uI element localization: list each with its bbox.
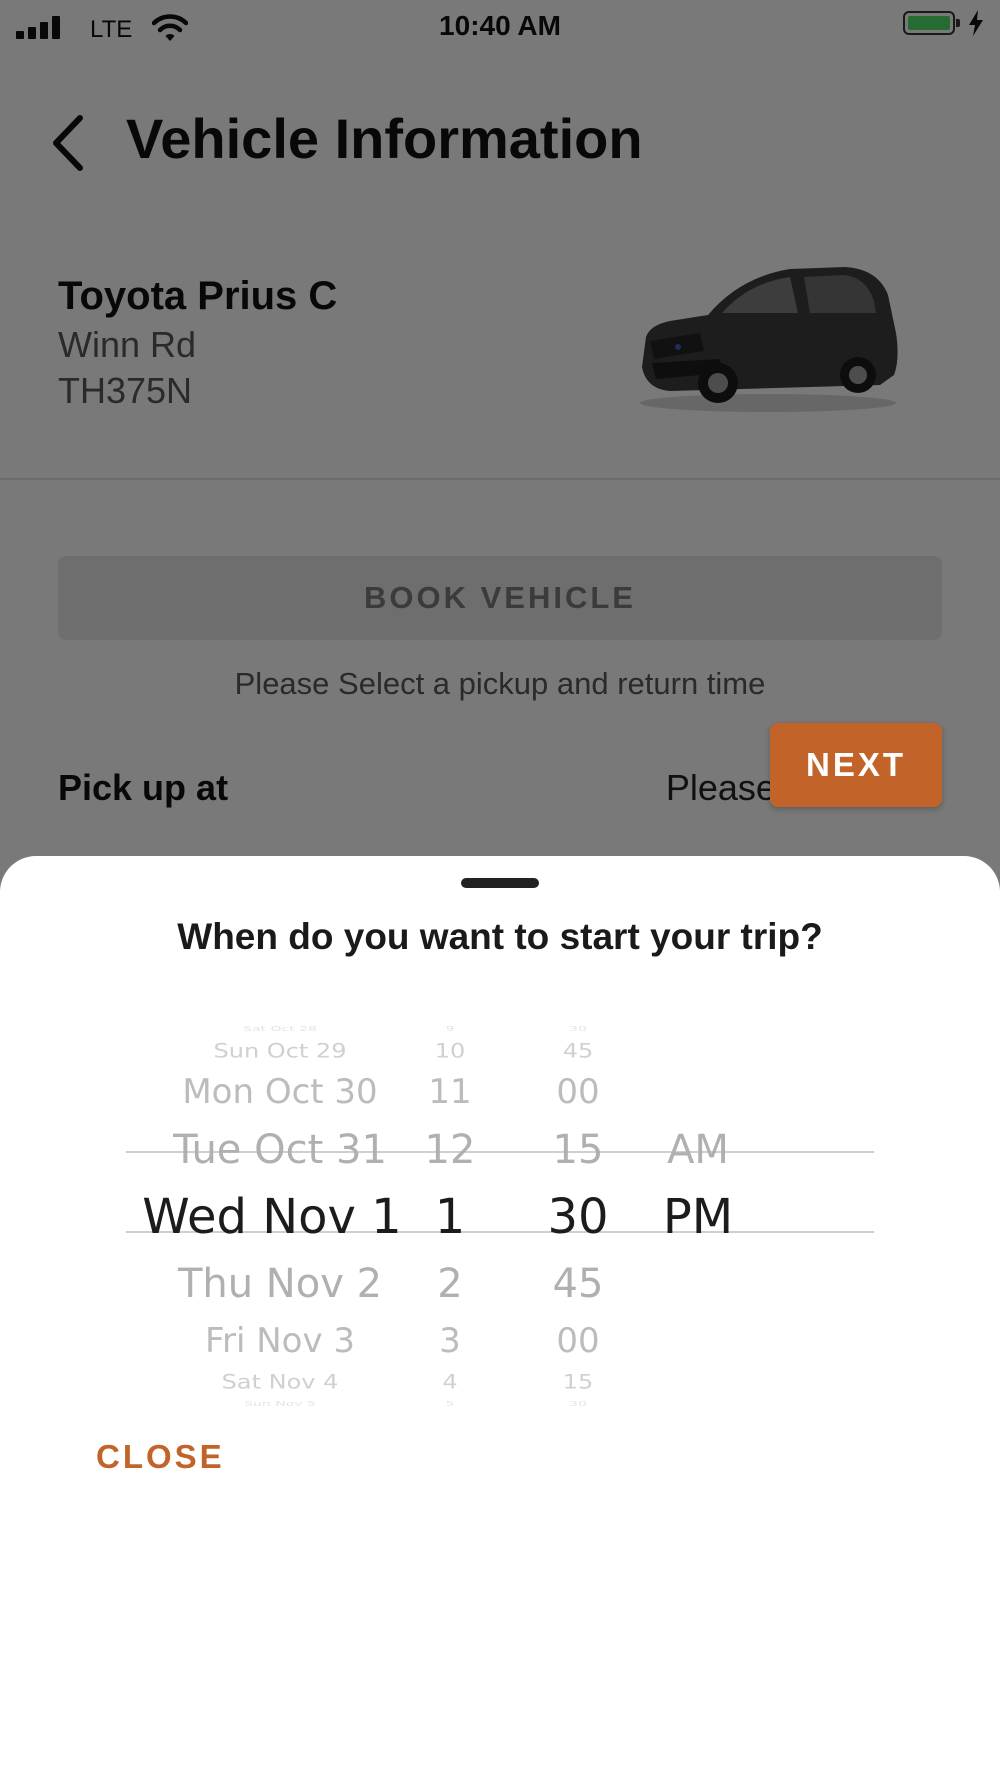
picker-day-option[interactable]: Sun Nov 5 [244,1400,316,1408]
picker-day-option[interactable]: Tue Oct 31 [173,1127,387,1173]
picker-day-option[interactable]: Sat Oct 28 [243,1025,317,1033]
picker-period-option[interactable]: AM [667,1127,729,1173]
picker-minute-option[interactable]: 45 [563,1040,594,1062]
picker-day-option[interactable]: Sat Nov 4 [222,1371,339,1393]
sheet-grabber-handle[interactable] [461,878,539,888]
close-button[interactable]: CLOSE [96,1438,225,1476]
picker-hour-option[interactable]: 2 [437,1261,462,1307]
picker-hour-option[interactable]: 12 [425,1127,476,1173]
sheet-title: When do you want to start your trip? [177,916,823,957]
bottom-sheet: When do you want to start your trip? Sat… [0,856,1000,1778]
picker-minute-option[interactable]: 45 [553,1261,604,1307]
picker-hour-option[interactable]: 11 [428,1072,471,1112]
picker-period-option[interactable]: PM [663,1189,733,1245]
picker-hour-option[interactable]: 4 [442,1371,457,1393]
picker-day-option[interactable]: Wed Nov 1 [142,1189,401,1245]
picker-day-option[interactable]: Sun Oct 29 [214,1040,347,1062]
picker-day-option[interactable]: Mon Oct 30 [182,1072,377,1112]
picker-day-option[interactable]: Fri Nov 3 [205,1321,355,1361]
next-button[interactable]: NEXT [770,723,942,807]
picker-minute-option[interactable]: 00 [556,1321,599,1361]
picker-minute-option[interactable]: 30 [547,1189,608,1245]
picker-hour-option[interactable]: 5 [446,1400,455,1408]
picker-minute-option[interactable]: 30 [569,1400,587,1408]
picker-hour-option[interactable]: 9 [446,1025,455,1033]
picker-day-option[interactable]: Thu Nov 2 [178,1261,382,1307]
picker-minute-option[interactable]: 15 [563,1371,594,1393]
picker-minute-option[interactable]: 00 [556,1072,599,1112]
date-time-picker[interactable]: Sat Oct 28 9 30 Sun Oct 29 10 45 Mon Oct 30 11 0… [126,1024,874,1408]
picker-minute-option[interactable]: 15 [553,1127,604,1173]
picker-hour-option[interactable]: 3 [439,1321,461,1361]
picker-hour-option[interactable]: 1 [435,1189,466,1245]
picker-minute-option[interactable]: 30 [569,1025,587,1033]
picker-hour-option[interactable]: 10 [435,1040,466,1062]
